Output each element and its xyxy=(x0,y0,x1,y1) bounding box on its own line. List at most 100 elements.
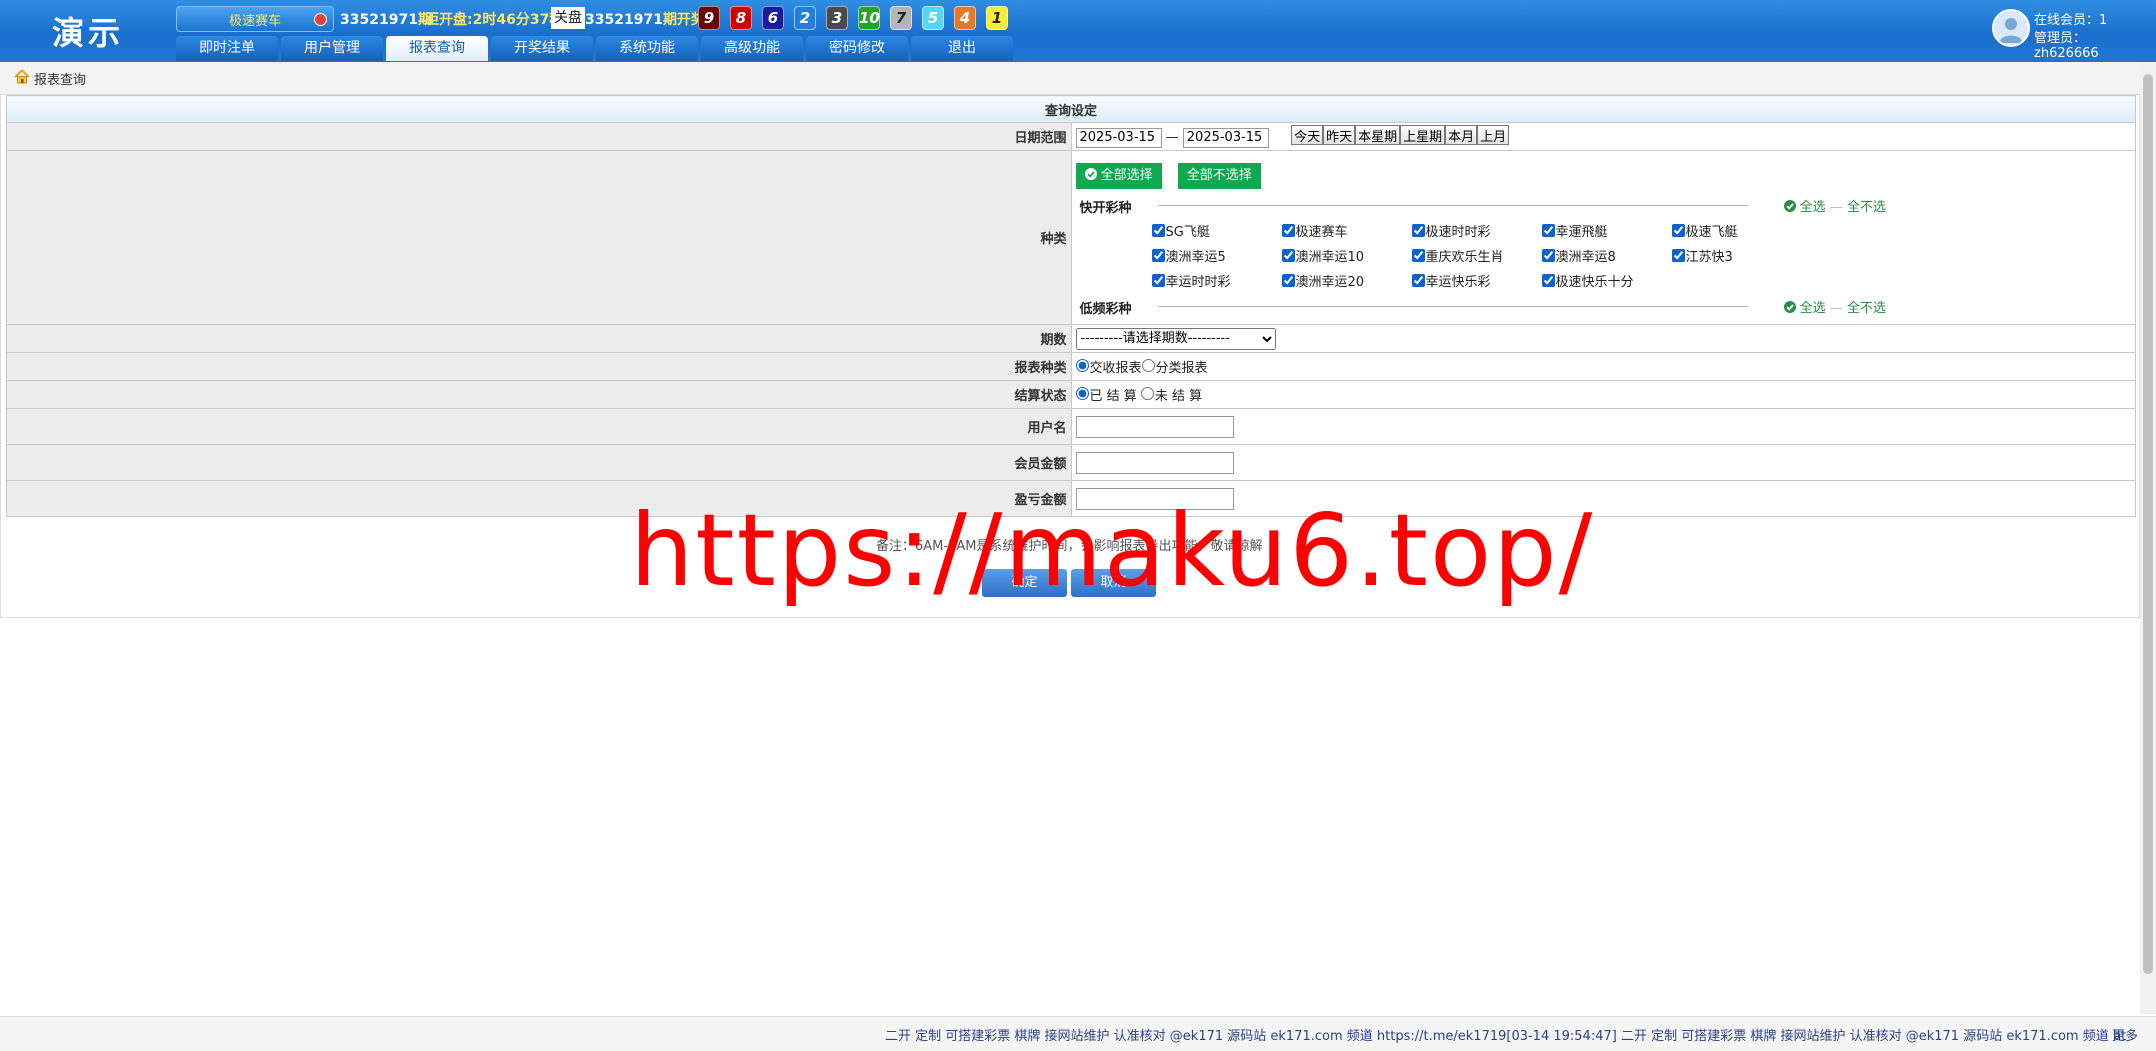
report-type-settlement-radio[interactable] xyxy=(1075,359,1089,372)
game-checkbox-item[interactable]: 极速赛车 xyxy=(1281,221,1412,240)
draw-ball: 8 xyxy=(730,6,752,30)
current-period: 33521971期 xyxy=(340,9,432,29)
game-checkbox-item[interactable]: 幸运时时彩 xyxy=(1151,271,1282,290)
game-checkbox-item[interactable]: 澳洲幸运8 xyxy=(1541,246,1672,265)
game-checkbox-item[interactable]: 澳洲幸运5 xyxy=(1151,246,1282,265)
report-type-settlement[interactable]: 交收报表 xyxy=(1075,359,1142,376)
nav-tab-draw-results[interactable]: 开奖结果 xyxy=(491,36,593,61)
game-checkbox-item[interactable]: 幸运快乐彩 xyxy=(1411,271,1542,290)
fast-games-group-header: 快开彩种 全选 — 全不选 xyxy=(1076,193,2132,217)
game-checkbox[interactable] xyxy=(1411,273,1425,287)
game-checkbox[interactable] xyxy=(1281,223,1295,237)
vertical-scrollbar[interactable] xyxy=(2140,62,2156,1014)
game-checkbox[interactable] xyxy=(1281,273,1295,287)
game-checkbox-item[interactable]: 幸運飛艇 xyxy=(1541,221,1672,240)
check-circle-icon xyxy=(1783,300,1796,313)
select-all-games-button[interactable]: 全部选择 xyxy=(1075,162,1162,189)
game-checkbox-label: 幸运快乐彩 xyxy=(1425,274,1491,290)
game-checkbox-item[interactable]: SG飞艇 xyxy=(1151,221,1282,240)
game-checkbox-label: 极速时时彩 xyxy=(1425,224,1491,240)
username-label: 用户名 xyxy=(6,408,1072,445)
nav-tab-report-query[interactable]: 报表查询 xyxy=(386,36,488,61)
game-checkbox[interactable] xyxy=(1151,248,1165,262)
online-members: 在线会员：1 xyxy=(2034,13,2108,28)
fast-games-actions: 全选 — 全不选 xyxy=(1783,196,1886,215)
settle-status-unsettled-radio[interactable] xyxy=(1140,387,1154,400)
check-circle-icon xyxy=(1084,167,1097,180)
game-checkbox[interactable] xyxy=(1281,248,1295,262)
select-all-games-label: 全部选择 xyxy=(1100,167,1153,183)
last-month-button[interactable]: 上月 xyxy=(1477,125,1510,146)
game-checkbox[interactable] xyxy=(1151,273,1165,287)
game-checkbox[interactable] xyxy=(1411,223,1425,237)
report-type-category[interactable]: 分类报表 xyxy=(1141,359,1208,376)
game-checkbox-item[interactable]: 澳洲幸运20 xyxy=(1281,271,1412,290)
more-link[interactable]: 更多 xyxy=(2112,1025,2138,1044)
nav-tab-logout[interactable]: 退出 xyxy=(911,36,1013,61)
fast-games-title: 快开彩种 xyxy=(1079,200,1132,216)
game-checkbox-label: 澳洲幸运8 xyxy=(1555,249,1616,265)
slow-games-select-none[interactable]: 全不选 xyxy=(1847,301,1886,316)
game-checkbox-item[interactable]: 重庆欢乐生肖 xyxy=(1411,246,1542,265)
member-amount-input[interactable] xyxy=(1075,451,1234,474)
period-label: 期数 xyxy=(6,324,1072,353)
app-logo: 演示 xyxy=(51,14,124,52)
fast-games-select-none[interactable]: 全不选 xyxy=(1847,200,1886,215)
report-type-category-radio[interactable] xyxy=(1141,359,1155,372)
date-from-input[interactable] xyxy=(1075,127,1162,148)
fast-games-dash: — xyxy=(1829,199,1843,215)
breadcrumb-current[interactable]: 报表查询 xyxy=(34,69,86,88)
draw-ball: 9 xyxy=(698,6,720,30)
game-selector-dot-icon[interactable] xyxy=(314,13,327,26)
home-icon[interactable] xyxy=(14,68,30,88)
game-selector[interactable]: 极速赛车 xyxy=(176,6,334,32)
date-range-label: 日期范围 xyxy=(6,122,1072,151)
this-month-button[interactable]: 本月 xyxy=(1445,125,1478,146)
slow-games-select-all[interactable]: 全选 xyxy=(1800,301,1826,316)
draw-ball: 10 xyxy=(858,6,880,30)
settle-status-unsettled-label: 未 结 算 xyxy=(1154,389,1203,404)
fast-games-select-all[interactable]: 全选 xyxy=(1800,200,1826,215)
period-select[interactable]: ---------请选择期数--------- xyxy=(1075,327,1276,350)
game-checkbox-item[interactable]: 极速时时彩 xyxy=(1411,221,1542,240)
draw-ball: 1 xyxy=(986,6,1008,30)
game-checkbox-label: 江苏快3 xyxy=(1685,249,1733,265)
scrollbar-thumb[interactable] xyxy=(2143,74,2153,974)
settle-status-label: 结算状态 xyxy=(6,380,1072,409)
slow-games-dash: — xyxy=(1829,300,1843,316)
game-checkbox-item[interactable]: 江苏快3 xyxy=(1671,246,1802,265)
date-to-input[interactable] xyxy=(1182,127,1269,148)
game-checkbox[interactable] xyxy=(1541,248,1555,262)
nav-tab-instant-bets[interactable]: 即时注单 xyxy=(176,36,278,61)
game-checkbox-item[interactable]: 极速飞艇 xyxy=(1671,221,1802,240)
today-button[interactable]: 今天 xyxy=(1291,125,1324,146)
username-input[interactable] xyxy=(1075,415,1234,438)
last-week-button[interactable]: 上星期 xyxy=(1400,125,1446,146)
announcement-ticker[interactable]: 二开 定制 可搭建彩票 棋牌 接网站维护 认准核对 @ek171 源码站 ek1… xyxy=(885,1025,2126,1044)
game-checkbox[interactable] xyxy=(1541,223,1555,237)
fast-games-divider xyxy=(1157,204,1748,206)
game-checkbox[interactable] xyxy=(1541,273,1555,287)
game-checkbox[interactable] xyxy=(1151,223,1165,237)
game-checkbox-item[interactable]: 澳洲幸运10 xyxy=(1281,246,1412,265)
nav-tab-system[interactable]: 系统功能 xyxy=(596,36,698,61)
deselect-all-games-button[interactable]: 全部不选择 xyxy=(1177,162,1261,189)
game-checkbox[interactable] xyxy=(1411,248,1425,262)
draw-period-number: 33521971 xyxy=(585,12,663,28)
watermark-url: https://maku6.top/ xyxy=(630,492,1595,609)
nav-tab-advanced[interactable]: 高级功能 xyxy=(701,36,803,61)
settle-status-settled[interactable]: 已 结 算 xyxy=(1075,387,1137,404)
query-settings-table: 查询设定 日期范围 — 今天昨天本星期上星期本月上月 种类 xyxy=(6,95,2136,517)
game-checkbox[interactable] xyxy=(1671,248,1685,262)
report-type-category-label: 分类报表 xyxy=(1155,361,1208,376)
nav-tab-user-management[interactable]: 用户管理 xyxy=(281,36,383,61)
settle-status-settled-radio[interactable] xyxy=(1075,387,1089,400)
yesterday-button[interactable]: 昨天 xyxy=(1323,125,1356,146)
game-checkbox[interactable] xyxy=(1671,223,1685,237)
nav-tab-change-password[interactable]: 密码修改 xyxy=(806,36,908,61)
date-separator: — xyxy=(1165,130,1179,146)
this-week-button[interactable]: 本星期 xyxy=(1355,125,1401,146)
settle-status-unsettled[interactable]: 未 结 算 xyxy=(1140,387,1203,404)
draw-period: 33521971期开奖: xyxy=(585,9,711,29)
game-checkbox-item[interactable]: 极速快乐十分 xyxy=(1541,271,1672,290)
